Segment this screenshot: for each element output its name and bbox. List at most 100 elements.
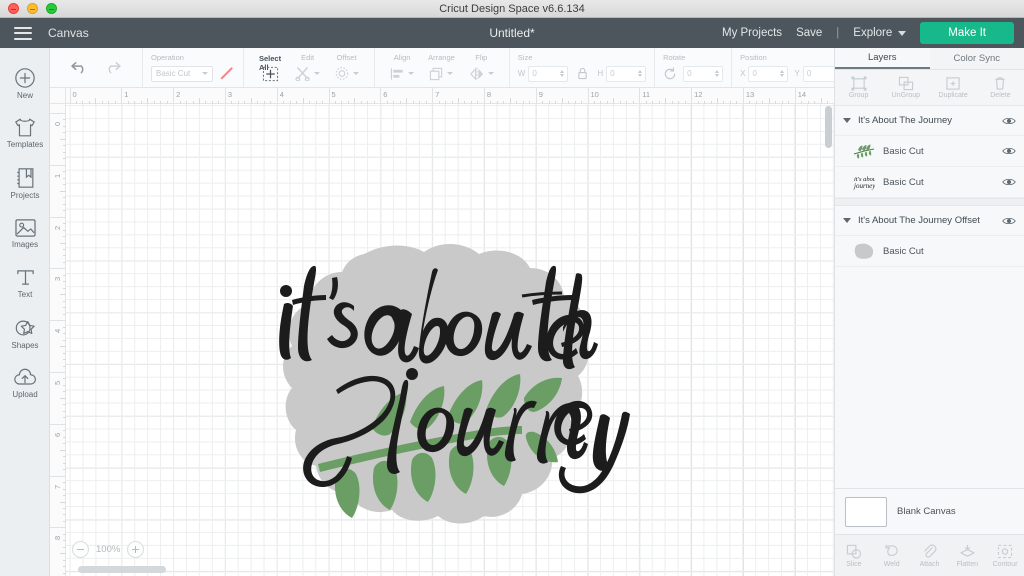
ruler-number: 8: [53, 536, 62, 541]
ruler-minor-tick: [62, 326, 66, 328]
ruler-number: 2: [176, 90, 181, 99]
hamburger-icon[interactable]: [14, 26, 32, 40]
my-projects-link[interactable]: My Projects: [722, 27, 782, 39]
height-field[interactable]: H 0: [597, 65, 647, 82]
tab-layers[interactable]: Layers: [835, 48, 930, 69]
ruler-minor-tick: [60, 242, 66, 244]
ruler-minor-tick: [62, 158, 66, 160]
height-stepper[interactable]: [638, 70, 643, 77]
flip-button[interactable]: Flip: [462, 53, 501, 82]
sidebar-item-upload[interactable]: Upload: [0, 358, 50, 408]
sidebar-item-new[interactable]: New: [0, 58, 50, 108]
ruler-minor-tick: [62, 197, 66, 199]
flatten-button[interactable]: Flatten: [948, 535, 986, 576]
position-x-stepper[interactable]: [780, 70, 785, 77]
ruler-minor-tick: [801, 100, 803, 104]
design-canvas[interactable]: 0 1 2 3 4 5 6 7 8 9 10 11 12 13 14 012345678 100%: [50, 88, 834, 576]
delete-button[interactable]: Delete: [977, 70, 1024, 105]
ruler-minor-tick: [62, 274, 66, 276]
undo-redo-group: [50, 48, 143, 87]
layer-group-row[interactable]: It's About The Journey Offset: [835, 206, 1024, 236]
align-button[interactable]: Align: [383, 53, 421, 82]
layer-row[interactable]: Basic Cut: [835, 236, 1024, 267]
ruler-minor-tick: [134, 100, 136, 104]
ruler-minor-tick: [237, 100, 239, 104]
ruler-minor-tick: [62, 171, 66, 173]
attach-button[interactable]: Attach: [911, 535, 949, 576]
duplicate-button[interactable]: Duplicate: [930, 70, 977, 105]
sidebar-item-images[interactable]: Images: [0, 208, 50, 258]
visibility-eye-icon[interactable]: [1002, 177, 1016, 187]
ruler-minor-tick: [781, 100, 783, 104]
sidebar-item-text[interactable]: Text: [0, 258, 50, 308]
ruler-minor-tick: [503, 100, 505, 104]
ruler-minor-tick: [114, 100, 116, 104]
tab-color-sync[interactable]: Color Sync: [930, 48, 1024, 69]
layer-row[interactable]: it's about journey Basic Cut: [835, 167, 1024, 198]
slice-button[interactable]: Slice: [835, 535, 873, 576]
ruler-major-tick: [50, 216, 66, 218]
visibility-eye-icon[interactable]: [1002, 116, 1016, 126]
height-input[interactable]: 0: [606, 65, 647, 82]
ruler-major-tick: [691, 88, 693, 104]
scrollbar-thumb[interactable]: [78, 566, 166, 573]
lock-aspect-toggle[interactable]: [574, 65, 591, 82]
undo-icon[interactable]: [70, 60, 89, 75]
ruler-minor-tick: [548, 100, 550, 104]
ruler-minor-tick: [62, 236, 66, 238]
rotate-stepper[interactable]: [715, 70, 720, 77]
operation-color-swatch[interactable]: [219, 66, 235, 82]
sidebar-item-shapes[interactable]: Shapes: [0, 308, 50, 358]
width-field[interactable]: W 0: [518, 65, 569, 82]
select-all-button[interactable]: Select All: [252, 53, 288, 82]
ruler-minor-tick: [62, 177, 66, 179]
machine-selector[interactable]: Explore: [853, 27, 907, 39]
position-x-input[interactable]: 0: [748, 65, 789, 82]
artwork-sticker[interactable]: [260, 238, 630, 528]
sidebar-item-templates[interactable]: Templates: [0, 108, 50, 158]
rotate-input[interactable]: 0: [683, 65, 724, 82]
ruler-minor-tick: [458, 98, 459, 104]
chevron-down-icon[interactable]: [843, 218, 851, 223]
save-button[interactable]: Save: [796, 27, 822, 39]
horizontal-scrollbar[interactable]: [78, 566, 834, 573]
contour-button[interactable]: Contour: [986, 535, 1024, 576]
group-button[interactable]: Group: [835, 70, 882, 105]
arrange-button[interactable]: Arrange: [421, 53, 462, 82]
operation-select[interactable]: Basic Cut: [151, 65, 213, 82]
ruler-minor-tick: [62, 546, 66, 548]
sidebar-item-label: New: [16, 90, 33, 100]
panel-tabs: Layers Color Sync: [835, 48, 1024, 70]
edit-button[interactable]: Edit: [288, 53, 327, 82]
ruler-minor-tick: [561, 98, 563, 104]
ungroup-button[interactable]: UnGroup: [882, 70, 929, 105]
visibility-eye-icon[interactable]: [1002, 216, 1016, 226]
width-stepper[interactable]: [560, 70, 565, 77]
scrollbar-thumb[interactable]: [825, 106, 832, 148]
chevron-down-icon[interactable]: [843, 118, 851, 123]
canvas-color-swatch[interactable]: [845, 496, 887, 527]
ruler-minor-tick: [62, 229, 66, 231]
layer-row[interactable]: Basic Cut: [835, 136, 1024, 167]
plus-circle-icon[interactable]: [127, 541, 145, 558]
visibility-eye-icon[interactable]: [1002, 146, 1016, 156]
ruler-minor-tick: [62, 384, 66, 386]
canvas-color-row[interactable]: Blank Canvas: [835, 488, 1024, 534]
position-x-field[interactable]: X 0: [740, 65, 789, 82]
ruler-minor-tick: [257, 100, 259, 104]
ruler-minor-tick: [296, 100, 298, 104]
width-input[interactable]: 0: [528, 65, 569, 82]
vertical-scrollbar[interactable]: [825, 106, 832, 561]
make-it-button[interactable]: Make It: [920, 22, 1014, 44]
window-titlebar: Cricut Design Space v6.6.134: [0, 0, 1024, 18]
redo-icon[interactable]: [103, 60, 122, 75]
ruler-minor-tick: [62, 184, 66, 186]
ruler-minor-tick: [62, 436, 66, 438]
offset-button[interactable]: Offset: [327, 53, 366, 82]
weld-button[interactable]: Weld: [873, 535, 911, 576]
layer-group-row[interactable]: It's About The Journey: [835, 106, 1024, 136]
minus-circle-icon[interactable]: [72, 541, 89, 558]
ruler-minor-tick: [62, 482, 66, 484]
sidebar-item-projects[interactable]: Projects: [0, 158, 50, 208]
ruler-minor-tick: [62, 572, 66, 574]
